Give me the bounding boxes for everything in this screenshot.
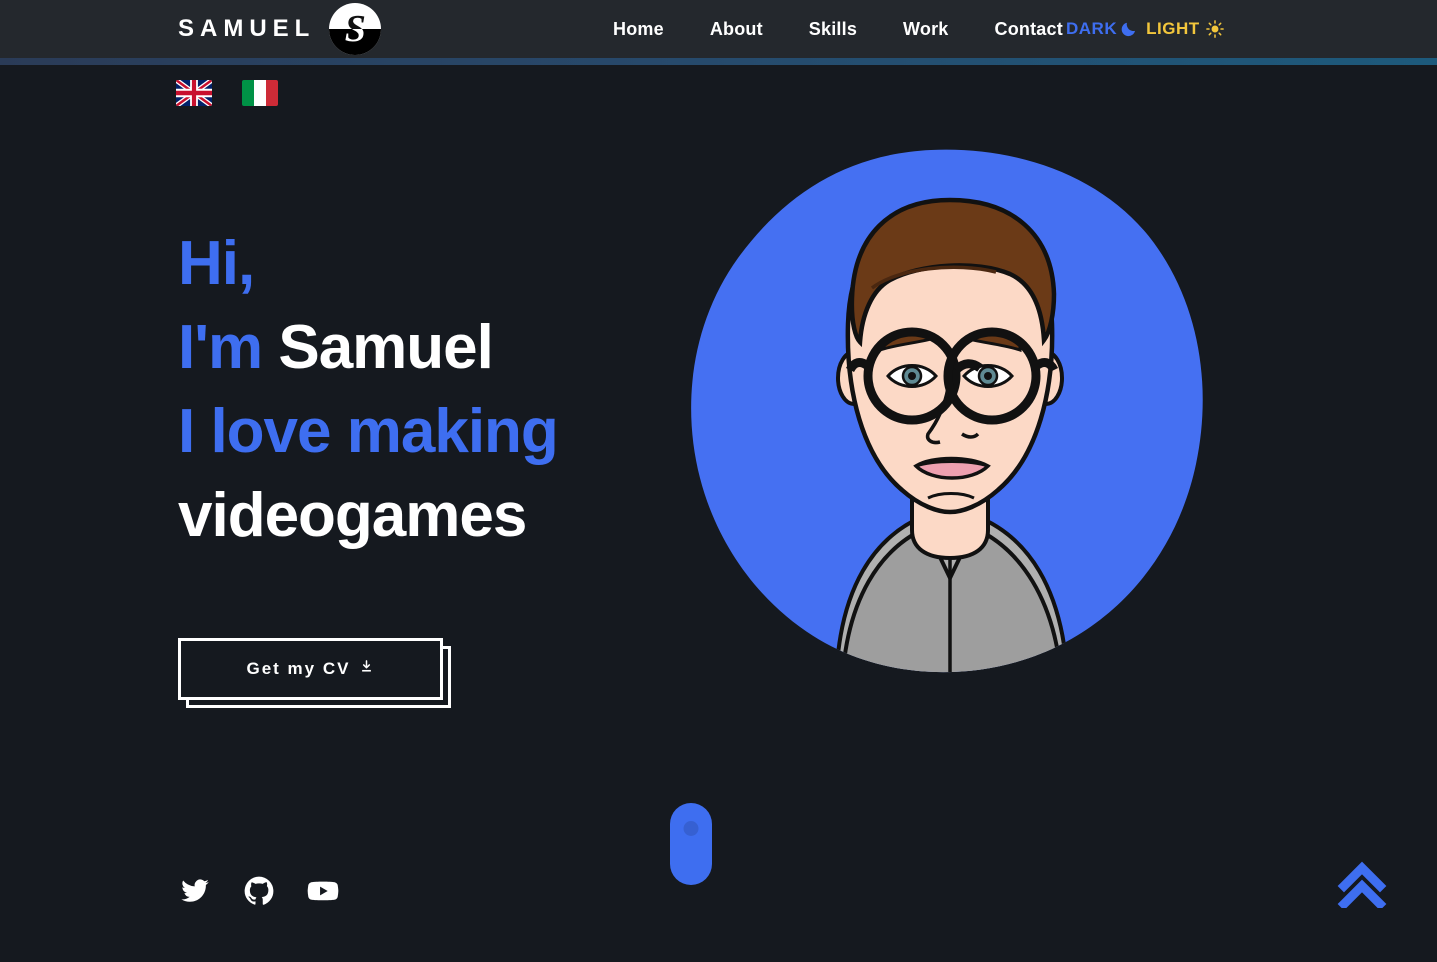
nav-item-about[interactable]: About xyxy=(687,19,786,40)
hero-im: I'm xyxy=(178,313,263,382)
site-header: SAMUEL S S Home About Skills Work Contac… xyxy=(0,0,1437,58)
hero-line-1: Hi, xyxy=(178,222,698,306)
twitter-icon[interactable] xyxy=(178,874,212,908)
hero-line-4: videogames xyxy=(178,474,698,558)
moon-icon xyxy=(1120,20,1138,38)
language-switch xyxy=(176,80,278,106)
nav-item-home[interactable]: Home xyxy=(590,19,687,40)
hero-tagline-part1: I love making xyxy=(178,397,559,466)
nav-item-skills[interactable]: Skills xyxy=(786,19,880,40)
social-links xyxy=(178,874,340,908)
theme-dark-label: DARK xyxy=(1066,19,1118,38)
uk-flag-icon[interactable] xyxy=(176,80,212,106)
back-to-top-button[interactable] xyxy=(1336,860,1388,908)
download-icon xyxy=(359,659,374,679)
main-nav: Home About Skills Work Contact xyxy=(590,19,1086,40)
scroll-progress-bar xyxy=(0,58,1437,65)
nav-item-work[interactable]: Work xyxy=(880,19,971,40)
hero-greeting: Hi, xyxy=(178,229,255,298)
hero-line-2: I'm Samuel xyxy=(178,306,698,390)
get-my-cv-button[interactable]: Get my CV xyxy=(178,638,443,700)
italy-flag-icon[interactable] xyxy=(242,80,278,106)
brand-name: SAMUEL xyxy=(178,15,316,42)
hero-heading: Hi, I'm Samuel I love making videogames xyxy=(178,222,698,558)
youtube-icon[interactable] xyxy=(306,874,340,908)
github-icon[interactable] xyxy=(242,874,276,908)
theme-light-label: LIGHT xyxy=(1146,19,1200,38)
samuel-s-logo-icon: S S xyxy=(329,3,382,55)
cv-button-wrapper: Get my CV xyxy=(178,638,451,708)
sun-icon xyxy=(1205,20,1224,38)
hero-line-3: I love making xyxy=(178,390,698,474)
double-chevron-up-icon xyxy=(1336,860,1388,908)
scroll-wheel-dot xyxy=(683,821,699,836)
hero-name: Samuel xyxy=(278,313,494,382)
avatar xyxy=(676,138,1224,686)
brand-logo-group[interactable]: SAMUEL S S xyxy=(178,3,382,55)
hero-tagline-part2: videogames xyxy=(178,481,527,550)
theme-toggle[interactable]: DARK LIGHT xyxy=(1066,19,1224,39)
cv-button-label: Get my CV xyxy=(246,659,351,678)
scroll-mouse-indicator[interactable] xyxy=(670,803,712,885)
